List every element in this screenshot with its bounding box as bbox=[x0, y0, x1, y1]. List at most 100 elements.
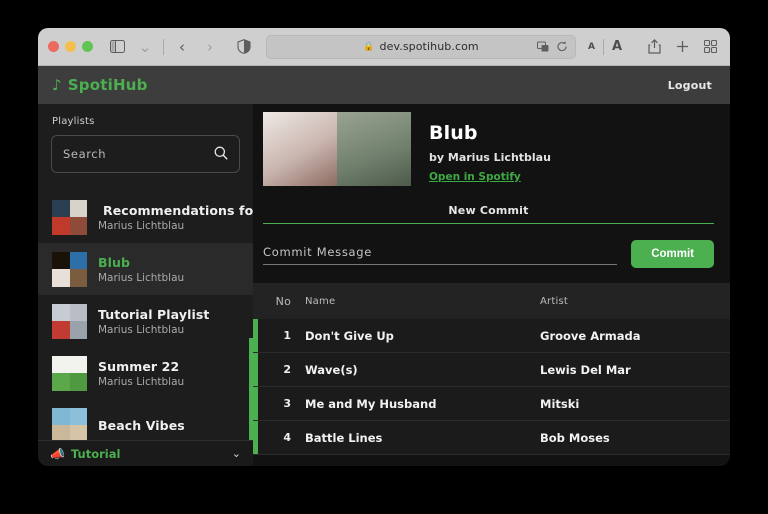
tab-grid-icon[interactable] bbox=[700, 37, 720, 57]
search-icon[interactable] bbox=[214, 145, 228, 164]
table-row[interactable]: 3 Me and My Husband Mitski bbox=[253, 387, 730, 421]
chevron-down-icon[interactable]: ⌄ bbox=[232, 447, 241, 460]
brand-label: SpotiHub bbox=[67, 76, 148, 94]
address-bar[interactable]: 🔒 dev.spotihub.com bbox=[266, 34, 576, 59]
address-bar-actions bbox=[536, 37, 568, 56]
forward-arrow-icon[interactable]: › bbox=[200, 38, 220, 56]
main-content: Blub by Marius Lichtblau Open in Spotify… bbox=[253, 104, 730, 466]
playlist-name-row: Beach Vibes bbox=[98, 418, 185, 433]
logout-button[interactable]: Logout bbox=[668, 79, 712, 92]
track-number: 1 bbox=[283, 329, 291, 342]
table-row[interactable]: 1 Don't Give Up Groove Armada bbox=[253, 319, 730, 353]
extension-icon[interactable] bbox=[536, 37, 550, 56]
column-header-no: No bbox=[275, 294, 291, 308]
row-accent-bar bbox=[253, 387, 258, 420]
track-artist: Lewis Del Mar bbox=[540, 362, 631, 377]
new-commit-section: New Commit Commit Message Commit bbox=[253, 204, 730, 268]
list-item[interactable]: Summer 22 Marius Lichtblau bbox=[38, 347, 253, 399]
commit-row: Commit Message Commit bbox=[263, 240, 714, 268]
commit-message-input[interactable]: Commit Message bbox=[263, 245, 618, 265]
playlist-list: Recommendations for you Marius Lichtblau… bbox=[38, 191, 253, 451]
track-number: 4 bbox=[283, 431, 291, 444]
playlist-owner: Marius Lichtblau bbox=[98, 323, 185, 336]
row-accent-bar bbox=[253, 353, 258, 386]
track-artist: Groove Armada bbox=[540, 328, 641, 343]
playlist-text: Blub Marius Lichtblau bbox=[98, 255, 184, 284]
sidebar-chevron-down-icon[interactable]: ⌄ bbox=[135, 38, 155, 56]
playlist-owner: Marius Lichtblau bbox=[98, 375, 185, 388]
commit-button[interactable]: Commit bbox=[631, 240, 714, 268]
playlist-text: Summer 22 Marius Lichtblau bbox=[98, 359, 184, 388]
playlist-cover-art bbox=[263, 112, 411, 186]
list-item[interactable]: Blub Marius Lichtblau bbox=[38, 243, 253, 295]
track-artist: Mitski bbox=[540, 396, 580, 411]
page-title: Blub bbox=[429, 122, 478, 144]
track-name: Me and My Husband bbox=[305, 396, 437, 411]
shield-icon[interactable] bbox=[234, 37, 254, 57]
playlist-thumbnail bbox=[52, 355, 87, 391]
playlist-thumbnail bbox=[52, 303, 87, 339]
playlist-name-row: Tutorial Playlist bbox=[98, 307, 209, 322]
increase-text-size-button[interactable]: A bbox=[612, 39, 622, 54]
app-brand[interactable]: ♪ SpotiHub bbox=[52, 76, 148, 94]
search-placeholder: Search bbox=[63, 147, 107, 161]
row-accent-bar bbox=[253, 421, 258, 454]
sidebar-toggle-icon[interactable] bbox=[107, 37, 127, 57]
browser-window: ⌄ ‹ › 🔒 dev.spotihub.com A A ♪ SpotiHub … bbox=[38, 28, 730, 466]
track-number: 2 bbox=[283, 363, 291, 376]
lock-icon: 🔒 bbox=[363, 41, 375, 52]
column-header-artist: Artist bbox=[540, 295, 568, 307]
list-item[interactable]: Tutorial Playlist Marius Lichtblau bbox=[38, 295, 253, 347]
track-name: Battle Lines bbox=[305, 430, 383, 445]
toolbar-divider-2 bbox=[602, 38, 604, 55]
commit-message-placeholder: Commit Message bbox=[263, 245, 373, 259]
input-underline bbox=[263, 264, 618, 265]
web-app: ♪ SpotiHub Logout Playlists Search Recom… bbox=[38, 66, 730, 466]
playlist-owner-label: by Marius Lichtblau bbox=[429, 151, 551, 164]
playlist-thumbnail bbox=[52, 407, 87, 443]
table-row[interactable]: 2 Wave(s) Lewis Del Mar bbox=[253, 353, 730, 387]
tutorial-label: Tutorial bbox=[70, 446, 121, 461]
close-window-button[interactable] bbox=[48, 41, 59, 52]
playlist-name: Recommendations for you bbox=[103, 202, 253, 218]
playlists-section-label: Playlists bbox=[52, 116, 95, 127]
track-number: 3 bbox=[283, 397, 291, 410]
track-artist: Bob Moses bbox=[540, 430, 610, 445]
window-controls bbox=[48, 41, 93, 52]
open-in-spotify-link[interactable]: Open in Spotify bbox=[429, 171, 521, 183]
table-row[interactable]: 4 Battle Lines Bob Moses bbox=[253, 421, 730, 455]
tutorial-bar[interactable]: 📣 Tutorial ⌄ bbox=[38, 440, 253, 466]
app-body: Playlists Search Recommendations fo Mari… bbox=[38, 104, 730, 466]
url-display: 🔒 dev.spotihub.com bbox=[363, 40, 479, 53]
new-commit-title: New Commit bbox=[448, 204, 529, 217]
section-divider bbox=[263, 223, 714, 224]
playlist-owner: Marius Lichtblau bbox=[98, 271, 185, 284]
browser-toolbar: ⌄ ‹ › 🔒 dev.spotihub.com A A bbox=[38, 28, 730, 66]
track-name: Don't Give Up bbox=[305, 328, 394, 343]
plus-icon[interactable] bbox=[672, 37, 692, 57]
search-input[interactable]: Search bbox=[51, 135, 240, 173]
reload-icon[interactable] bbox=[556, 37, 568, 56]
playlist-name: Summer 22 bbox=[98, 358, 180, 374]
track-table: No Name Artist 1 Don't Give Up Groove Ar… bbox=[253, 283, 730, 455]
column-header-name: Name bbox=[305, 295, 336, 307]
back-arrow-icon[interactable]: ‹ bbox=[172, 38, 192, 56]
playlist-name-row: Summer 22 bbox=[98, 359, 184, 374]
minimize-window-button[interactable] bbox=[65, 41, 76, 52]
playlist-thumbnail bbox=[52, 199, 87, 235]
playlist-meta: Blub by Marius Lichtblau Open in Spotify bbox=[429, 112, 551, 184]
list-item[interactable]: Recommendations for you Marius Lichtblau bbox=[38, 191, 253, 243]
decrease-text-size-button[interactable]: A bbox=[588, 42, 595, 52]
maximize-window-button[interactable] bbox=[82, 41, 93, 52]
playlist-text: Tutorial Playlist Marius Lichtblau bbox=[98, 307, 209, 336]
megaphone-icon: 📣 bbox=[50, 446, 65, 461]
row-accent-bar bbox=[253, 319, 258, 352]
sidebar: Playlists Search Recommendations fo Mari… bbox=[38, 104, 253, 466]
url-text: dev.spotihub.com bbox=[379, 40, 479, 53]
playlist-name: Blub bbox=[98, 254, 131, 270]
toolbar-divider bbox=[163, 38, 164, 55]
search-container: Search bbox=[38, 135, 253, 173]
app-header: ♪ SpotiHub Logout bbox=[38, 66, 730, 104]
share-icon[interactable] bbox=[644, 37, 664, 57]
playlist-name: Beach Vibes bbox=[98, 417, 185, 433]
